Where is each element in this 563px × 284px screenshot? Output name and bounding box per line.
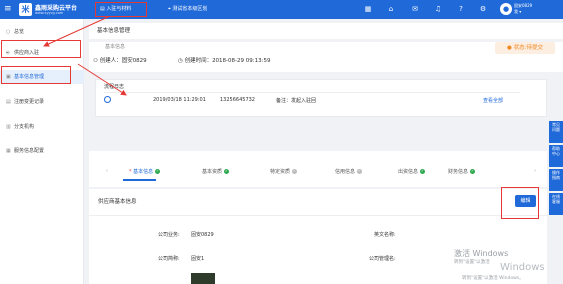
step-label: 基本信息 [133,169,154,175]
sidebar-item-change-records[interactable]: ▤ 注册变更记录 [0,95,84,109]
top-navigation-bar: ≡ 米 鑫雨采购云平台 www.xyycg.com ▤ 入驻与材料 ⌖ 测试省本… [0,0,563,19]
config-icon: ▦ [6,148,11,154]
menu-icon[interactable]: ≡ [4,4,13,14]
home-icon[interactable]: ⌂ [386,4,396,14]
step-finance-info[interactable]: 财务信息 ✓ [448,168,476,175]
sidebar: ○ 总览 ⎆ 供应商入驻 ▣ 基本信息管理 ▤ 注册变更记录 ▥ 分支机构 ▦ 服务信息配置 [0,19,84,284]
float-tab-help[interactable]: 帮助 中心 [549,145,563,167]
step-label: 出资信息 [398,169,419,175]
log-time: 2019/03/18 11:29:01 [153,97,206,103]
record-icon: ▤ [6,99,11,105]
check-icon: ✓ [292,169,298,174]
sidebar-item-overview[interactable]: ○ 总览 [0,25,84,39]
company-short-value: 固安1 [191,256,205,262]
steps-scroll-left-icon[interactable]: ‹ [106,168,108,174]
highlight-box-basic-info [1,66,71,84]
main-content: 基本信息管理 基本信息 ⚇ 创建人：固安0829 ◷ 创建时间：2018-08-… [89,19,563,284]
company-logo-image [191,273,215,284]
step-special-qualification[interactable]: 特定资质 ✓ [270,168,298,175]
steps-scroll-right-icon[interactable]: › [534,168,536,174]
company-account-value: 固安0829 [191,232,214,238]
activation-watermark-windows: Windows [500,262,545,273]
cart-icon[interactable]: ▦ [363,4,373,14]
step-credit-info[interactable]: 信用信息 ✓ [335,168,363,175]
created-time-info: ◷ 创建时间：2018-08-29 09:13:59 [178,56,270,64]
branch-icon: ▥ [6,124,11,130]
step-basic-info[interactable]: * 基本信息 ✓ [129,168,161,175]
help-icon[interactable]: ? [456,4,466,14]
status-text: 状态:待提交 [513,45,543,51]
step-label: 基本资质 [202,169,223,175]
activation-watermark-title: 激活 Windows [454,249,509,258]
bell-icon[interactable]: ♫ [433,4,443,14]
page-header: 基本信息管理 [89,23,563,39]
created-time-text: 创建时间：2018-08-29 09:13:59 [184,58,271,64]
sidebar-item-branches[interactable]: ▥ 分支机构 [0,120,84,134]
edit-button[interactable]: 编辑 [515,195,536,207]
page-title: 基本信息管理 [97,28,131,34]
divider [104,92,520,93]
activation-watermark-line4: 转到"设置"以激活 Windows。 [462,276,524,281]
float-tab-guide-label: 操作 指南 [552,170,560,180]
avatar[interactable]: ● [500,3,512,15]
activation-watermark-line2: 转到"设置"以激活 [454,260,490,265]
step-label: 财务信息 [448,169,469,175]
log-phone: 13256645732 [220,97,255,103]
step-label: 特定资质 [270,169,291,175]
user-menu[interactable]: 固安0829 我 ▾ [514,3,532,15]
sidebar-item-label: 服务信息配置 [14,148,45,154]
timeline-dot-icon [104,96,111,103]
supplier-detail-card: 供应商基本信息 公司业务: 固安0829 英文名称: 公司简称: 固安1 公司管… [89,189,547,284]
region-label: 测试省本级区划 [172,6,208,12]
user-dropdown: 我 ▾ [514,9,522,14]
active-step-underline [123,179,156,181]
tab-entry-materials-label: 入驻与材料 [106,6,132,12]
check-icon: ✓ [470,169,476,174]
sidebar-item-label: 总览 [14,29,25,35]
check-icon: ✓ [224,169,230,174]
summary-subtitle: 基本信息 [105,44,126,50]
english-name-label: 英文名称: [374,232,396,238]
process-log-title: 流程日志 [104,84,125,90]
settings-icon[interactable]: ⚙ [478,4,488,14]
check-icon: ✓ [420,169,426,174]
section-title: 供应商基本信息 [98,199,137,205]
summary-card: 基本信息 ⚇ 创建人：固安0829 ◷ 创建时间：2018-08-29 09:1… [89,42,563,72]
company-manage-label: 公司管理名: [369,256,396,262]
highlight-box-supplier-entry [1,40,81,58]
company-short-label: 公司简称: [158,256,180,262]
float-tab-faq-label: 常见 问题 [552,122,560,132]
step-label: 信用信息 [335,169,356,175]
process-log-card: 流程日志 2019/03/18 11:29:01 13256645732 备注：… [95,79,547,117]
tab-entry-materials[interactable]: ▤ 入驻与材料 [95,2,147,17]
float-tab-service[interactable]: 在线 客服 [549,193,563,215]
sidebar-item-service-config[interactable]: ▦ 服务信息配置 [0,144,84,158]
check-icon: ✓ [357,169,363,174]
logo-icon: 米 [19,3,32,16]
creator-info: ⚇ 创建人：固安0829 [93,56,147,64]
sidebar-item-label: 注册变更记录 [14,99,45,105]
company-account-label: 公司业务: [158,232,180,238]
log-note: 备注：发起入驻回 [276,98,317,104]
user-icon: ⚇ [93,58,100,64]
check-icon: ✓ [155,169,161,174]
circle-icon: ○ [6,29,11,35]
float-tab-help-label: 帮助 中心 [552,146,560,156]
region-selector[interactable]: ⌖ 测试省本级区划 [168,5,207,12]
status-badge: ● 状态:待提交 [495,42,555,54]
sidebar-item-label: 分支机构 [14,124,35,130]
step-basic-qualification[interactable]: 基本资质 ✓ [202,168,230,175]
float-tab-guide[interactable]: 操作 指南 [549,169,563,191]
float-tab-service-label: 在线 客服 [552,194,560,204]
creator-text: 创建人：固安0829 [99,58,147,64]
divider [89,215,547,216]
view-all-link[interactable]: 查看全部 [483,97,503,104]
float-tab-faq[interactable]: 常见 问题 [549,121,563,143]
mail-icon[interactable]: ✉ [410,4,420,14]
brand-url: www.xyycg.com [35,11,64,15]
step-capital-info[interactable]: 出资信息 ✓ [398,168,426,175]
